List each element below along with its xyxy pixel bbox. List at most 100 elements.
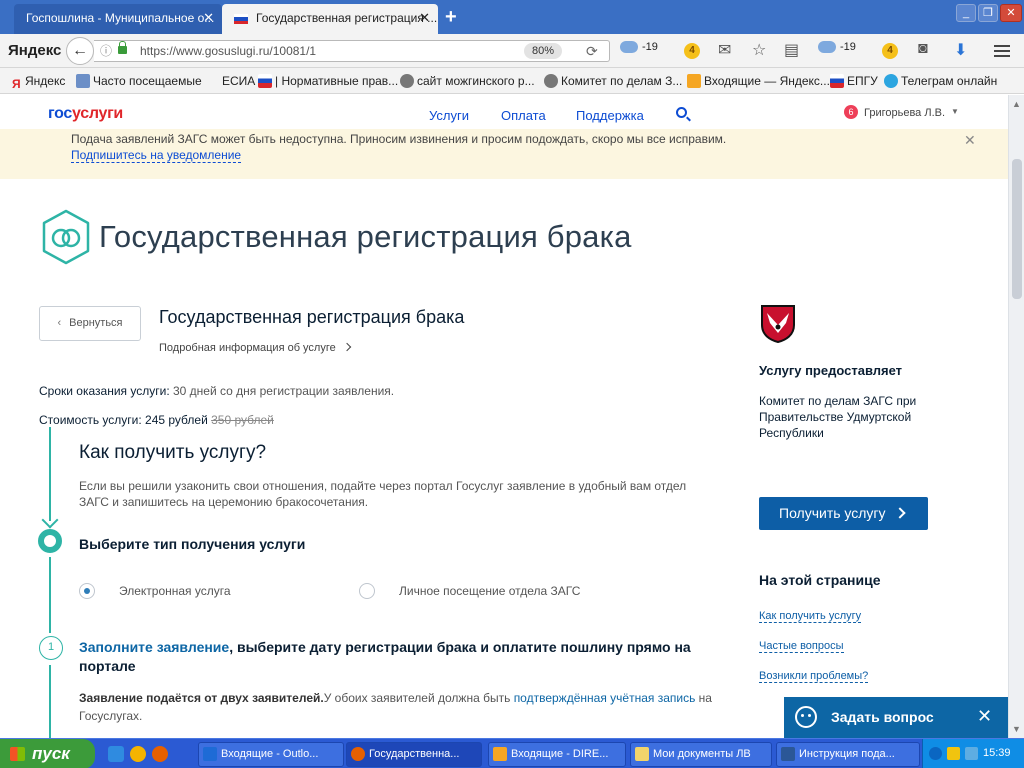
yandex-coin-widget-2[interactable]: 4	[882, 43, 898, 59]
back-link-button[interactable]: ‹ Вернуться	[39, 306, 141, 341]
toc-link-how-to[interactable]: Как получить услугу	[759, 610, 862, 623]
radio-electronic[interactable]	[79, 583, 95, 599]
radio-personal-visit-label[interactable]: Личное посещение отдела ЗАГС	[399, 584, 580, 598]
weather-widget-2[interactable]: -19	[818, 41, 856, 54]
task-word-instruction[interactable]: Инструкция пода...	[776, 742, 920, 767]
globe-icon	[544, 74, 558, 88]
minimize-button[interactable]: _	[956, 4, 976, 22]
browser-navbar: Яндекс ← ⓘ https://www.gosuslugi.ru/1008…	[0, 34, 1024, 68]
chevron-left-icon: ‹	[57, 317, 62, 329]
close-icon[interactable]: ✕	[964, 132, 976, 149]
chevron-right-icon	[894, 507, 906, 519]
page-scrollbar[interactable]: ▲ ▼	[1008, 95, 1024, 738]
bookmark-yandex[interactable]: Я Яндекс	[12, 74, 65, 91]
scrollbar-thumb[interactable]	[1012, 159, 1022, 299]
reload-icon[interactable]: ⟳	[586, 41, 598, 61]
browser-tab-bar: Госпошлина - Муниципальное о... ✕ Госуда…	[0, 0, 1024, 34]
new-tab-icon[interactable]: +	[445, 6, 457, 29]
fill-application-link[interactable]: Заполните заявление	[79, 639, 229, 655]
bookmark-normative[interactable]: | Нормативные прав...	[258, 74, 398, 88]
bookmark-telegram[interactable]: Телеграм онлайн	[884, 74, 997, 88]
folder-icon	[635, 747, 649, 761]
task-directum[interactable]: Входящие - DIRE...	[488, 742, 626, 767]
chat-bot-icon	[795, 706, 817, 728]
tray-security-icon[interactable]	[947, 747, 960, 760]
lock-icon	[118, 41, 127, 54]
task-my-documents[interactable]: Мои документы ЛВ	[630, 742, 772, 767]
firefox-icon[interactable]	[152, 746, 168, 762]
toc-title: На этой странице	[759, 572, 881, 588]
subscribe-link[interactable]: Подпишитесь на уведомление	[71, 148, 242, 163]
tab-label: Государственная регистрация ...	[256, 11, 438, 25]
radio-electronic-label[interactable]: Электронная услуга	[119, 584, 231, 598]
task-outlook[interactable]: Входящие - Outlo...	[198, 742, 344, 767]
toc-link-problems[interactable]: Возникли проблемы?	[759, 670, 869, 683]
russia-flag-icon	[234, 14, 248, 24]
pocket-icon[interactable]: ◙	[918, 40, 928, 58]
tab-registration[interactable]: Государственная регистрация ... ✕	[222, 4, 438, 34]
scroll-up-icon[interactable]: ▲	[1012, 99, 1021, 109]
clock: 15:39	[983, 747, 1011, 759]
gosuslugi-logo[interactable]: госуслуги	[48, 105, 123, 123]
nav-support[interactable]: Поддержка	[576, 108, 644, 123]
scroll-down-icon[interactable]: ▼	[1012, 724, 1021, 734]
nav-payment[interactable]: Оплата	[501, 108, 546, 123]
globe-icon	[400, 74, 414, 88]
bookmark-zags-committee[interactable]: Комитет по делам З...	[544, 74, 682, 88]
step-1-title: Заполните заявление, выберите дату регис…	[79, 639, 691, 674]
tray-network-icon[interactable]	[965, 747, 978, 760]
provider-title: Услугу предоставляет	[759, 363, 903, 378]
tab-close-icon[interactable]: ✕	[203, 4, 214, 32]
bookmark-star-icon[interactable]: ☆	[752, 40, 766, 60]
menu-icon[interactable]	[994, 45, 1010, 57]
user-name[interactable]: Григорьева Л.В.	[864, 107, 945, 119]
search-icon[interactable]	[676, 107, 687, 118]
notifications-badge[interactable]: 6	[844, 105, 858, 119]
yandex-coin-widget[interactable]: 4	[684, 43, 700, 59]
ask-question-widget[interactable]: Задать вопрос ✕	[784, 697, 1008, 738]
bookmark-yandex-mail[interactable]: Входящие — Яндекс...	[687, 74, 830, 88]
close-window-button[interactable]: ✕	[1000, 4, 1022, 22]
service-more-link[interactable]: Подробная информация об услуге	[159, 342, 351, 354]
bookmark-frequent[interactable]: Часто посещаемые	[76, 74, 202, 88]
info-icon[interactable]: ⓘ	[100, 41, 112, 61]
chevron-down-icon[interactable]: ▼	[951, 107, 959, 116]
ie-icon[interactable]	[108, 746, 124, 762]
back-button[interactable]: ←	[66, 37, 94, 65]
cloud-icon	[818, 41, 836, 54]
cloud-icon	[620, 41, 638, 54]
notice-text: Подача заявлений ЗАГС может быть недосту…	[71, 132, 727, 146]
yandex-logo[interactable]: Яндекс	[8, 42, 61, 59]
get-service-button[interactable]: Получить услугу	[759, 497, 928, 530]
start-button[interactable]: пуск	[0, 739, 95, 768]
service-term: Сроки оказания услуги: 30 дней со дня ре…	[39, 384, 395, 398]
bookmark-mozhga[interactable]: сайт можгинского р...	[400, 74, 535, 88]
download-icon[interactable]: ⬇	[954, 40, 967, 60]
reading-list-icon[interactable]: ▤	[784, 40, 799, 60]
toc-link-faq[interactable]: Частые вопросы	[759, 640, 844, 653]
nav-services[interactable]: Услуги	[429, 108, 469, 123]
tab-gosposhlina[interactable]: Госпошлина - Муниципальное о... ✕	[14, 4, 222, 34]
chrome-icon[interactable]	[130, 746, 146, 762]
mail-icon[interactable]: ✉	[718, 40, 731, 60]
bookmark-esia[interactable]: ЕСИА	[222, 74, 255, 88]
timeline-line	[49, 427, 51, 521]
tab-close-icon[interactable]: ✕	[419, 4, 430, 32]
weather-widget[interactable]: -19	[620, 41, 658, 54]
verified-account-link[interactable]: подтверждённая учётная запись	[514, 691, 696, 705]
maximize-button[interactable]: ❐	[978, 4, 998, 22]
firefox-icon	[351, 747, 365, 761]
provider-text: Комитет по делам ЗАГС при Правительстве …	[759, 394, 917, 440]
close-icon[interactable]: ✕	[977, 706, 992, 727]
radio-personal-visit[interactable]	[359, 583, 375, 599]
zoom-level[interactable]: 80%	[524, 43, 563, 59]
address-bar[interactable]: ⓘ https://www.gosuslugi.ru/10081/1 80% ⟳	[94, 40, 610, 62]
bookmark-epgu[interactable]: ЕПГУ	[830, 74, 878, 88]
timeline-step-marker	[38, 529, 62, 553]
mail-icon	[687, 74, 701, 88]
task-firefox[interactable]: Государственна...	[346, 742, 482, 767]
system-tray: 15:39	[922, 739, 1024, 768]
tray-arrow-icon[interactable]	[929, 747, 942, 760]
yandex-icon: Я	[12, 77, 21, 91]
rings-icon	[42, 209, 90, 265]
